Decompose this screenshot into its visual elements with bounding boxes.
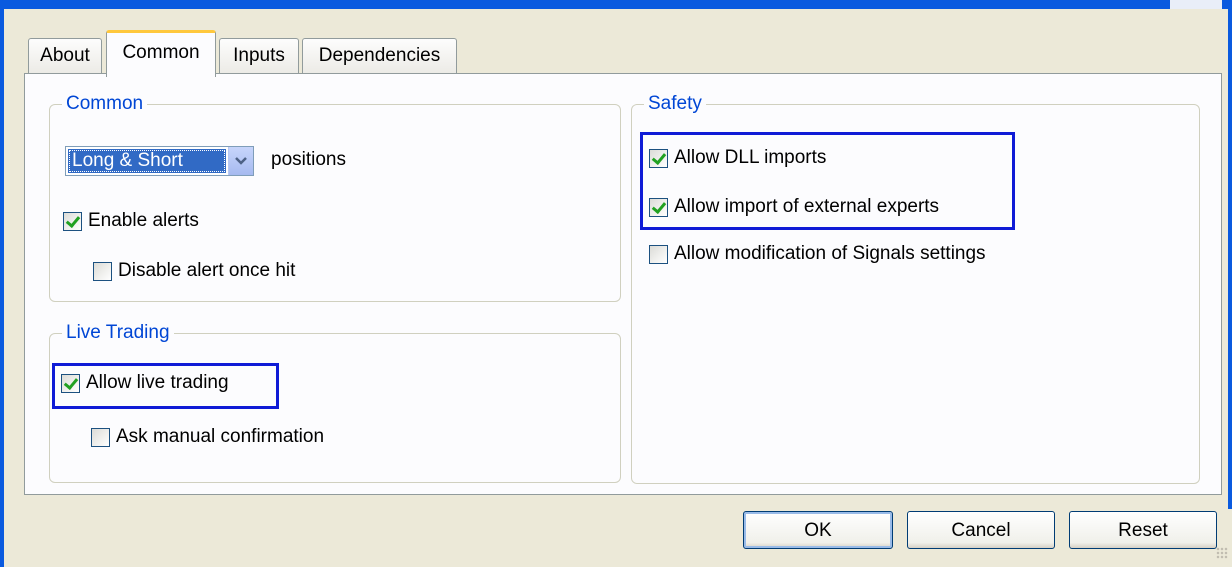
checkbox-checked-icon[interactable] [63, 211, 82, 231]
window-frame-right [1228, 9, 1232, 509]
disable-alert-once-hit-checkbox[interactable]: Disable alert once hit [93, 258, 295, 284]
checkbox-unchecked-icon[interactable] [649, 244, 668, 264]
allow-modification-signals-label: Allow modification of Signals settings [674, 243, 986, 264]
window-title-bar [0, 0, 1232, 9]
enable-alerts-checkbox[interactable]: Enable alerts [63, 208, 199, 234]
positions-label: positions [271, 149, 346, 170]
allow-dll-imports-checkbox[interactable]: Allow DLL imports [649, 145, 826, 171]
allow-dll-imports-label: Allow DLL imports [674, 147, 827, 168]
checkbox-checked-icon[interactable] [61, 373, 80, 393]
common-group-legend: Common [62, 92, 148, 116]
checkbox-unchecked-icon[interactable] [91, 427, 110, 447]
ok-button[interactable]: OK [743, 511, 893, 549]
cancel-button[interactable]: Cancel [907, 511, 1055, 549]
safety-group-legend: Safety [644, 92, 706, 116]
allow-live-trading-label: Allow live trading [86, 372, 229, 393]
reset-button[interactable]: Reset [1069, 511, 1217, 549]
ask-manual-confirmation-checkbox[interactable]: Ask manual confirmation [91, 424, 324, 450]
positions-select[interactable]: Long & Short [65, 146, 254, 176]
disable-alert-once-hit-label: Disable alert once hit [118, 260, 296, 281]
positions-select-value: Long & Short [68, 149, 226, 173]
enable-alerts-label: Enable alerts [88, 210, 199, 231]
checkbox-checked-icon[interactable] [649, 148, 668, 168]
allow-modification-signals-checkbox[interactable]: Allow modification of Signals settings [649, 241, 986, 267]
tab-dependencies[interactable]: Dependencies [302, 38, 457, 73]
resize-grip-icon[interactable] [1216, 547, 1228, 559]
title-bar-controls [1170, 0, 1222, 9]
checkbox-checked-icon[interactable] [649, 197, 668, 217]
tab-common[interactable]: Common [106, 30, 216, 77]
chevron-down-icon[interactable] [228, 147, 253, 175]
allow-live-trading-checkbox[interactable]: Allow live trading [61, 370, 229, 396]
live-trading-group-legend: Live Trading [62, 321, 174, 345]
ask-manual-confirmation-label: Ask manual confirmation [116, 426, 325, 447]
tab-panel-common: Common Long & Short positions Enable ale… [24, 73, 1222, 495]
checkbox-unchecked-icon[interactable] [93, 261, 112, 281]
allow-import-external-experts-checkbox[interactable]: Allow import of external experts [649, 194, 939, 220]
tab-about[interactable]: About [28, 38, 102, 73]
allow-import-external-experts-label: Allow import of external experts [674, 196, 940, 217]
tab-inputs[interactable]: Inputs [219, 38, 299, 73]
window-frame-left [0, 9, 4, 567]
